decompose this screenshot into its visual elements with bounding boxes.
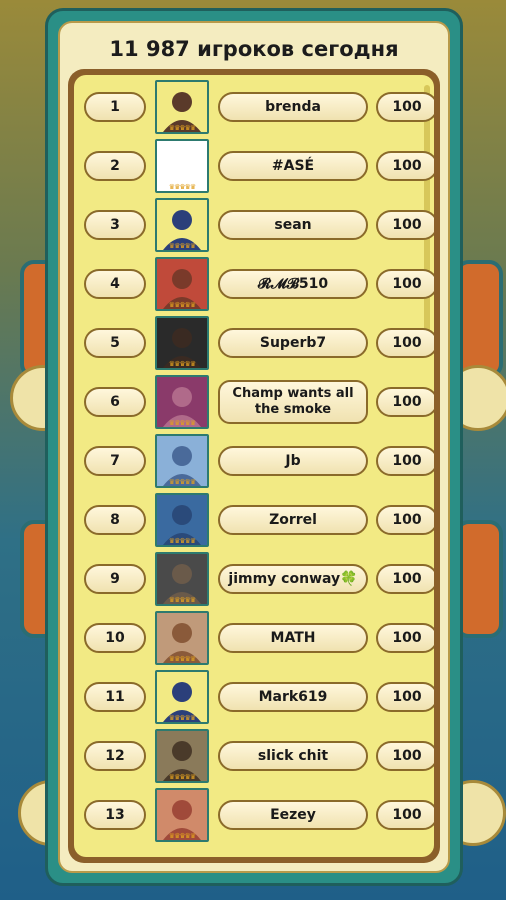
rank-badge: 8 (84, 505, 146, 535)
player-score: 100 (376, 92, 434, 122)
leaderboard-row[interactable]: 6 ♛♛♛♛♛ Champ wants all the smoke 100 (74, 373, 434, 432)
crown-rating: ♛♛♛♛♛ (168, 714, 196, 722)
player-name: 𝓡𝓜𝓑510 (218, 269, 368, 299)
rank-badge: 9 (84, 564, 146, 594)
rank-badge: 3 (84, 210, 146, 240)
leaderboard-row[interactable]: 9 ♛♛♛♛♛ jimmy conway🍀 100 (74, 550, 434, 609)
player-score: 100 (376, 682, 434, 712)
player-score: 100 (376, 210, 434, 240)
leaderboard-row[interactable]: 8 ♛♛♛♛♛ Zorrel 100 (74, 491, 434, 550)
player-score: 100 (376, 328, 434, 358)
rank-badge: 13 (84, 800, 146, 830)
player-avatar[interactable]: ♛♛♛♛♛ (155, 670, 209, 724)
player-name: sean (218, 210, 368, 240)
player-score: 100 (376, 800, 434, 830)
player-score: 100 (376, 623, 434, 653)
player-name: jimmy conway🍀 (218, 564, 368, 594)
player-avatar[interactable]: ♛♛♛♛♛ (155, 316, 209, 370)
leaderboard-row[interactable]: 1 ♛♛♛♛♛ brenda 100 (74, 78, 434, 137)
list-frame: 1 ♛♛♛♛♛ brenda 100 2 ♛♛♛♛♛ #ASÉ 100 3 ♛♛♛♛♛ sean 10… (68, 69, 440, 863)
player-score: 100 (376, 387, 434, 417)
player-score: 100 (376, 269, 434, 299)
player-avatar[interactable]: ♛♛♛♛♛ (155, 611, 209, 665)
player-name: MATH (218, 623, 368, 653)
player-avatar[interactable]: ♛♛♛♛♛ (155, 139, 209, 193)
player-score: 100 (376, 446, 434, 476)
leaderboard-row[interactable]: 5 ♛♛♛♛♛ Superb7 100 (74, 314, 434, 373)
player-name: Mark619 (218, 682, 368, 712)
crown-rating: ♛♛♛♛♛ (168, 537, 196, 545)
crown-rating: ♛♛♛♛♛ (168, 478, 196, 486)
player-list[interactable]: 1 ♛♛♛♛♛ brenda 100 2 ♛♛♛♛♛ #ASÉ 100 3 ♛♛♛♛♛ sean 10… (74, 75, 434, 857)
leaderboard-title: 11 987 игроков сегодня (109, 37, 399, 61)
crown-rating: ♛♛♛♛♛ (168, 124, 196, 132)
leaderboard-row[interactable]: 4 ♛♛♛♛♛ 𝓡𝓜𝓑510 100 (74, 255, 434, 314)
player-name: Eezey (218, 800, 368, 830)
leaderboard-row[interactable]: 12 ♛♛♛♛♛ slick chit 100 (74, 727, 434, 786)
player-avatar[interactable]: ♛♛♛♛♛ (155, 788, 209, 842)
rank-badge: 11 (84, 682, 146, 712)
leaderboard-panel: 11 987 игроков сегодня 1 ♛♛♛♛♛ brenda 100 2 ♛… (45, 8, 463, 886)
rank-badge: 4 (84, 269, 146, 299)
player-avatar[interactable]: ♛♛♛♛♛ (155, 257, 209, 311)
rank-badge: 1 (84, 92, 146, 122)
player-avatar[interactable]: ♛♛♛♛♛ (155, 729, 209, 783)
player-avatar[interactable]: ♛♛♛♛♛ (155, 80, 209, 134)
leaderboard-inner: 11 987 игроков сегодня 1 ♛♛♛♛♛ brenda 100 2 ♛… (58, 21, 450, 873)
crown-rating: ♛♛♛♛♛ (168, 360, 196, 368)
player-name: #ASÉ (218, 151, 368, 181)
leaderboard-row[interactable]: 13 ♛♛♛♛♛ Eezey 100 (74, 786, 434, 845)
player-avatar[interactable]: ♛♛♛♛♛ (155, 434, 209, 488)
leaderboard-row[interactable]: 3 ♛♛♛♛♛ sean 100 (74, 196, 434, 255)
rank-badge: 12 (84, 741, 146, 771)
player-name: Superb7 (218, 328, 368, 358)
leaderboard-row[interactable]: 11 ♛♛♛♛♛ Mark619 100 (74, 668, 434, 727)
crown-rating: ♛♛♛♛♛ (168, 832, 196, 840)
player-score: 100 (376, 505, 434, 535)
crown-rating: ♛♛♛♛♛ (168, 183, 196, 191)
leaderboard-row[interactable]: 2 ♛♛♛♛♛ #ASÉ 100 (74, 137, 434, 196)
player-avatar[interactable]: ♛♛♛♛♛ (155, 552, 209, 606)
rank-badge: 10 (84, 623, 146, 653)
crown-rating: ♛♛♛♛♛ (168, 773, 196, 781)
crown-rating: ♛♛♛♛♛ (168, 242, 196, 250)
leaderboard-row[interactable]: 10 ♛♛♛♛♛ MATH 100 (74, 609, 434, 668)
player-name: brenda (218, 92, 368, 122)
player-score: 100 (376, 564, 434, 594)
rank-badge: 6 (84, 387, 146, 417)
player-avatar[interactable]: ♛♛♛♛♛ (155, 493, 209, 547)
crown-rating: ♛♛♛♛♛ (168, 301, 196, 309)
player-avatar[interactable]: ♛♛♛♛♛ (155, 198, 209, 252)
player-name: Jb (218, 446, 368, 476)
rank-badge: 5 (84, 328, 146, 358)
player-score: 100 (376, 741, 434, 771)
player-name: slick chit (218, 741, 368, 771)
player-avatar[interactable]: ♛♛♛♛♛ (155, 375, 209, 429)
leaderboard-row[interactable]: 7 ♛♛♛♛♛ Jb 100 (74, 432, 434, 491)
crown-rating: ♛♛♛♛♛ (168, 655, 196, 663)
player-name: Zorrel (218, 505, 368, 535)
rank-badge: 2 (84, 151, 146, 181)
crown-rating: ♛♛♛♛♛ (168, 419, 196, 427)
crown-rating: ♛♛♛♛♛ (168, 596, 196, 604)
player-score: 100 (376, 151, 434, 181)
player-name: Champ wants all the smoke (218, 380, 368, 424)
rank-badge: 7 (84, 446, 146, 476)
